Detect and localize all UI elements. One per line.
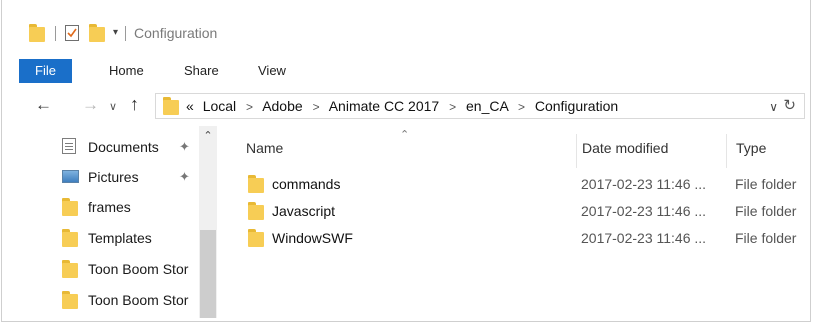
column-divider[interactable] — [576, 134, 577, 168]
explorer-window: ▾ Configuration File Home Share View ← →… — [1, 0, 811, 322]
ribbon-tabs: File Home Share View — [2, 59, 810, 83]
separator — [55, 25, 56, 41]
nav-item-label: frames — [88, 199, 131, 215]
folder-icon — [29, 24, 45, 42]
file-type: File folder — [735, 203, 797, 219]
title-bar: ▾ Configuration — [2, 0, 810, 58]
column-divider[interactable] — [726, 134, 727, 168]
table-row[interactable]: Javascript 2017-02-23 11:46 ... File fol… — [224, 198, 810, 224]
pin-icon: ✦ — [179, 139, 190, 154]
tab-file[interactable]: File — [19, 59, 72, 83]
nav-item-toon-boom-2[interactable]: Toon Boom Stor — [2, 287, 198, 313]
nav-item-label: Toon Boom Stor — [88, 261, 189, 277]
scroll-up-chevron-icon[interactable]: ⌃ — [199, 126, 217, 144]
folder-icon — [62, 291, 78, 309]
chevron-right-icon[interactable]: > — [246, 100, 253, 114]
nav-item-label: Toon Boom Stor — [88, 292, 189, 308]
folder-icon — [62, 198, 78, 216]
properties-icon[interactable] — [65, 25, 79, 41]
pin-icon: ✦ — [179, 169, 190, 184]
tab-share[interactable]: Share — [184, 59, 219, 83]
documents-icon — [62, 138, 76, 154]
folder-icon — [248, 202, 264, 220]
quick-access-toolbar: ▾ Configuration — [29, 23, 217, 43]
breadcrumb: « Local > Adobe > Animate CC 2017 > en_C… — [186, 94, 618, 118]
up-arrow-icon[interactable]: ↑ — [130, 93, 139, 115]
nav-item-label: Templates — [88, 230, 152, 246]
column-header-type[interactable]: Type — [736, 126, 766, 166]
back-arrow-icon[interactable]: ← — [35, 94, 52, 116]
pictures-icon — [62, 170, 79, 183]
table-row[interactable]: WindowSWF 2017-02-23 11:46 ... File fold… — [224, 225, 810, 251]
chevron-right-icon[interactable]: > — [518, 100, 525, 114]
address-history-chevron-icon[interactable]: ∨ — [769, 100, 778, 114]
column-header-name[interactable]: Name — [246, 126, 283, 166]
address-bar[interactable]: « Local > Adobe > Animate CC 2017 > en_C… — [155, 93, 805, 119]
breadcrumb-local[interactable]: Local — [203, 98, 236, 114]
customize-toolbar-chevron-icon[interactable]: ▾ — [113, 28, 118, 38]
navigation-pane: Documents ✦ Pictures ✦ frames Templates … — [2, 126, 220, 322]
folder-icon — [163, 97, 179, 115]
breadcrumb-animate-cc-2017[interactable]: Animate CC 2017 — [329, 98, 440, 114]
file-type: File folder — [735, 176, 797, 192]
chevron-right-icon[interactable]: > — [313, 100, 320, 114]
scroll-thumb[interactable] — [200, 230, 216, 318]
nav-item-documents[interactable]: Documents ✦ — [2, 134, 198, 160]
nav-item-toon-boom-1[interactable]: Toon Boom Stor — [2, 256, 198, 282]
file-type: File folder — [735, 230, 797, 246]
file-date: 2017-02-23 11:46 ... — [581, 176, 707, 192]
new-folder-icon[interactable] — [89, 24, 105, 42]
folder-icon — [248, 229, 264, 247]
address-row: ← → ∨ ↑ « Local > Adobe > Animate CC 201… — [2, 90, 810, 122]
file-name: commands — [272, 176, 341, 192]
breadcrumb-configuration[interactable]: Configuration — [535, 98, 618, 114]
nav-item-frames[interactable]: frames — [2, 194, 198, 220]
tab-home[interactable]: Home — [109, 59, 144, 83]
file-date: 2017-02-23 11:46 ... — [581, 230, 707, 246]
separator — [125, 25, 127, 41]
sort-ascending-icon: ⌃ — [400, 129, 410, 141]
file-date: 2017-02-23 11:46 ... — [581, 203, 707, 219]
nav-item-pictures[interactable]: Pictures ✦ — [2, 164, 198, 190]
folder-icon — [62, 260, 78, 278]
file-list: ⌃ Name Date modified Type commands 2017-… — [224, 126, 810, 322]
chevron-right-icon[interactable]: > — [449, 100, 456, 114]
forward-arrow-icon[interactable]: → — [82, 94, 99, 116]
breadcrumb-overflow[interactable]: « — [186, 98, 194, 114]
recent-locations-chevron-icon[interactable]: ∨ — [109, 96, 117, 118]
nav-pane-scrollbar[interactable]: ⌃ — [199, 126, 217, 318]
breadcrumb-adobe[interactable]: Adobe — [262, 98, 302, 114]
window-title: Configuration — [134, 25, 218, 41]
nav-item-templates[interactable]: Templates — [2, 225, 198, 251]
column-header-date-modified[interactable]: Date modified — [582, 126, 668, 166]
folder-icon — [62, 229, 78, 247]
refresh-icon[interactable]: ↻ — [783, 96, 796, 114]
file-name: Javascript — [272, 203, 336, 219]
table-row[interactable]: commands 2017-02-23 11:46 ... File folde… — [224, 171, 810, 197]
file-name: WindowSWF — [272, 230, 353, 246]
folder-icon — [248, 175, 264, 193]
breadcrumb-en-ca[interactable]: en_CA — [466, 98, 508, 114]
tab-view[interactable]: View — [258, 59, 286, 83]
